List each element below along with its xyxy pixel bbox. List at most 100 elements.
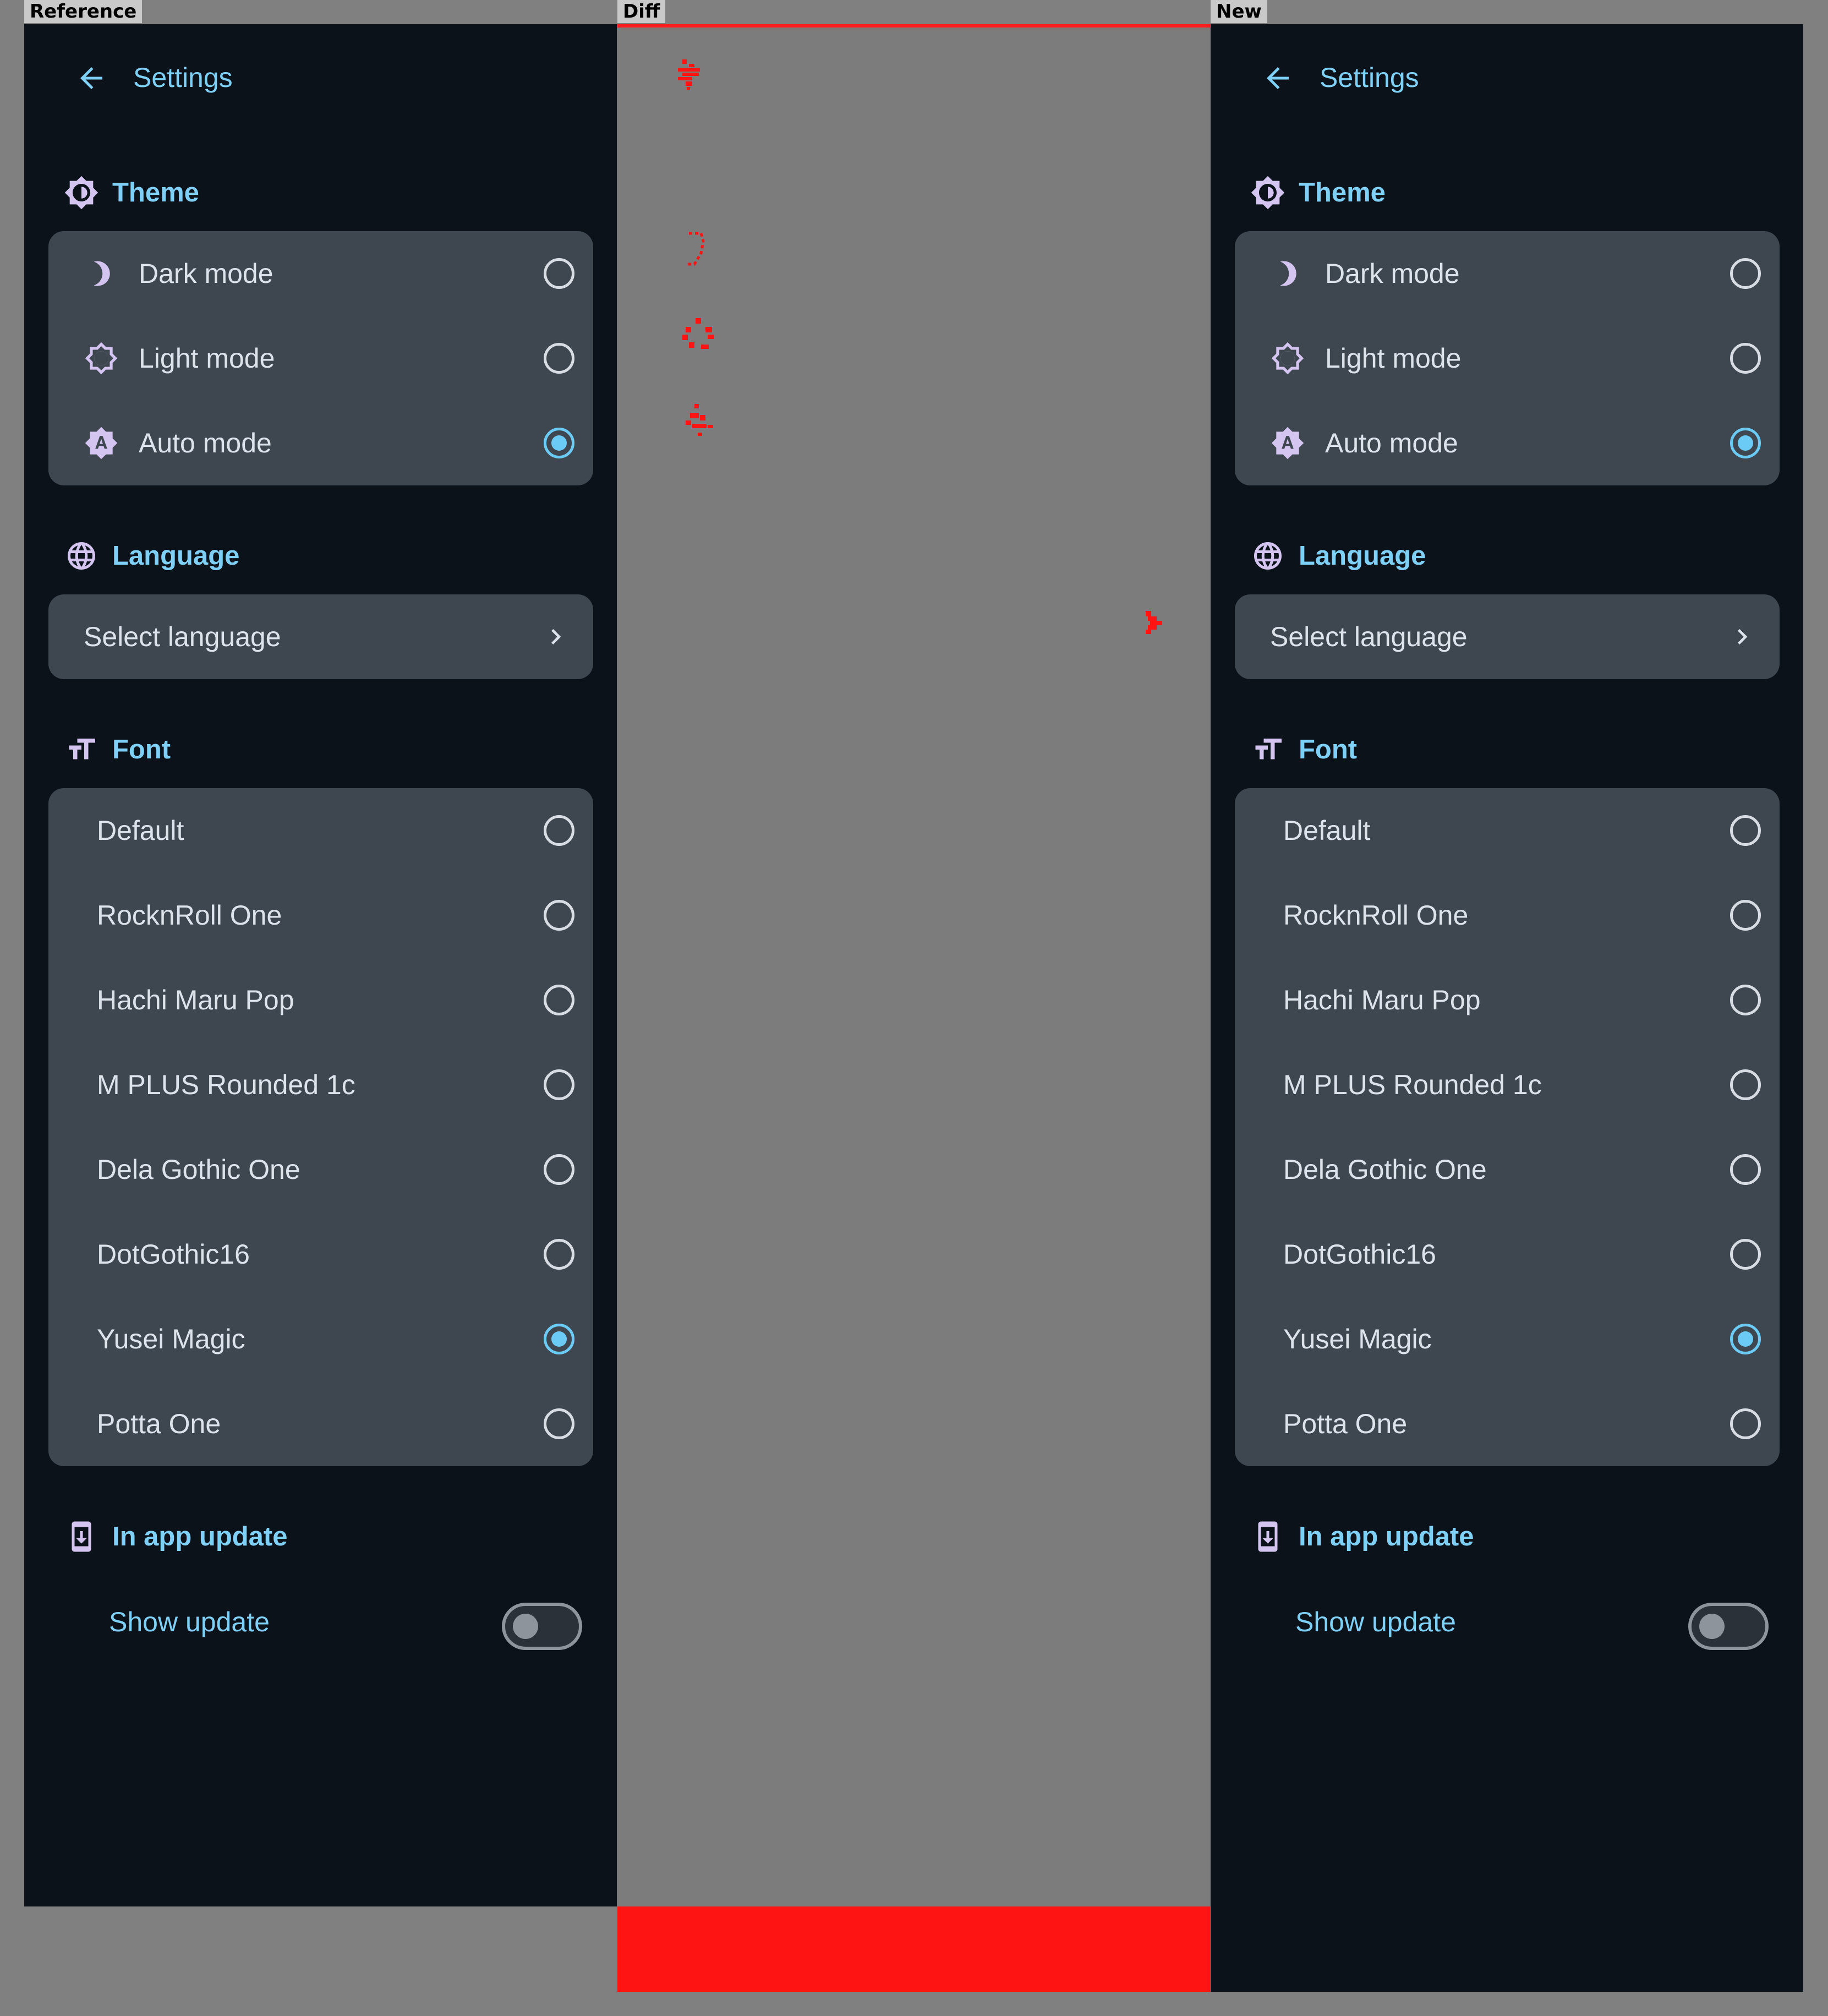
font-option[interactable]: Default xyxy=(1235,788,1780,873)
radio-button[interactable] xyxy=(544,1324,574,1354)
option-label: Dark mode xyxy=(139,258,273,289)
radio-button[interactable] xyxy=(1730,900,1761,931)
show-update-toggle[interactable] xyxy=(1688,1603,1769,1650)
theme-option-dark[interactable]: Dark mode xyxy=(1235,231,1780,316)
section-title: Theme xyxy=(1299,178,1386,207)
show-update-label: Show update xyxy=(1295,1607,1456,1637)
radio-button[interactable] xyxy=(1730,1408,1761,1439)
font-card: Default RocknRoll One Hachi Maru Pop M P… xyxy=(48,788,593,1466)
font-option[interactable]: Yusei Magic xyxy=(1235,1297,1780,1381)
top-app-bar: Settings xyxy=(1211,24,1803,119)
diff-mark-dark-icon xyxy=(687,232,705,266)
section-title: In app update xyxy=(1299,1522,1474,1551)
theme-option-light[interactable]: Light mode xyxy=(1235,316,1780,401)
radio-button[interactable] xyxy=(1730,985,1761,1015)
radio-button[interactable] xyxy=(1730,343,1761,374)
language-select-row[interactable]: Select language xyxy=(1235,594,1780,679)
radio-button[interactable] xyxy=(544,815,574,846)
chevron-right-icon xyxy=(1727,621,1758,652)
brightness-icon xyxy=(62,173,101,212)
back-button[interactable] xyxy=(1256,56,1300,100)
brightness-icon xyxy=(1248,173,1288,212)
radio-button[interactable] xyxy=(1730,1324,1761,1354)
font-option[interactable]: Potta One xyxy=(1235,1381,1780,1466)
radio-button[interactable] xyxy=(1730,1154,1761,1185)
sun-icon xyxy=(1268,338,1307,378)
section-title: Language xyxy=(112,541,240,571)
font-option[interactable]: DotGothic16 xyxy=(1235,1212,1780,1297)
reference-panel: Settings Theme Dark mode Light mode Auto… xyxy=(24,24,617,1906)
option-label: Auto mode xyxy=(1325,428,1458,458)
option-label: Dark mode xyxy=(1325,258,1460,289)
font-option[interactable]: Hachi Maru Pop xyxy=(1235,958,1780,1042)
radio-button[interactable] xyxy=(1730,428,1761,458)
text-size-icon xyxy=(1248,730,1288,769)
system-update-icon xyxy=(62,1517,101,1556)
option-label: RocknRoll One xyxy=(97,900,282,931)
font-option[interactable]: Dela Gothic One xyxy=(1235,1127,1780,1212)
radio-button[interactable] xyxy=(544,428,574,458)
radio-button[interactable] xyxy=(1730,258,1761,289)
language-select-row[interactable]: Select language xyxy=(48,594,593,679)
radio-button[interactable] xyxy=(544,343,574,374)
language-section-header: Language xyxy=(62,534,239,578)
language-select[interactable]: Select language xyxy=(1235,594,1780,679)
globe-icon xyxy=(1248,536,1288,576)
settings-screen: Settings Theme Dark mode Light mode Auto… xyxy=(1211,24,1803,1992)
theme-option-light[interactable]: Light mode xyxy=(48,316,593,401)
show-update-toggle[interactable] xyxy=(502,1603,582,1650)
font-option[interactable]: M PLUS Rounded 1c xyxy=(48,1042,593,1127)
font-section-header: Font xyxy=(62,728,171,772)
option-label: Hachi Maru Pop xyxy=(1283,985,1481,1015)
option-label: Auto mode xyxy=(139,428,272,458)
globe-icon xyxy=(62,536,101,576)
auto-brightness-icon xyxy=(1268,423,1307,463)
font-option[interactable]: RocknRoll One xyxy=(1235,873,1780,958)
page-title: Settings xyxy=(1320,62,1419,93)
font-option[interactable]: Potta One xyxy=(48,1381,593,1466)
radio-button[interactable] xyxy=(544,1239,574,1270)
font-option[interactable]: Dela Gothic One xyxy=(48,1127,593,1212)
diff-label: Diff xyxy=(617,0,666,23)
radio-button[interactable] xyxy=(544,1069,574,1100)
moon-icon xyxy=(1268,254,1307,293)
show-update-row[interactable]: Show update xyxy=(1235,1580,1780,1664)
font-option[interactable]: Yusei Magic xyxy=(48,1297,593,1381)
language-select[interactable]: Select language xyxy=(48,594,593,679)
radio-button[interactable] xyxy=(544,258,574,289)
radio-button[interactable] xyxy=(1730,815,1761,846)
option-label: DotGothic16 xyxy=(97,1239,250,1270)
font-option[interactable]: DotGothic16 xyxy=(48,1212,593,1297)
radio-button[interactable] xyxy=(544,985,574,1015)
radio-button[interactable] xyxy=(1730,1069,1761,1100)
option-label: Potta One xyxy=(1283,1408,1408,1439)
font-option[interactable]: Hachi Maru Pop xyxy=(48,958,593,1042)
show-update-row[interactable]: Show update xyxy=(48,1580,593,1664)
section-title: Font xyxy=(112,735,171,764)
radio-button[interactable] xyxy=(544,900,574,931)
language-section-header: Language xyxy=(1248,534,1426,578)
radio-button[interactable] xyxy=(1730,1239,1761,1270)
option-label: Yusei Magic xyxy=(97,1324,245,1354)
page-title: Settings xyxy=(133,62,233,93)
theme-option-auto[interactable]: Auto mode xyxy=(48,401,593,485)
theme-section-header: Theme xyxy=(1248,171,1386,215)
diff-panel xyxy=(617,24,1210,1992)
section-title: Theme xyxy=(112,178,199,207)
toggle-knob xyxy=(1699,1614,1725,1639)
option-label: Default xyxy=(1283,815,1371,846)
language-select-label: Select language xyxy=(1270,621,1468,652)
diff-mark-auto-icon xyxy=(686,404,713,436)
back-button[interactable] xyxy=(69,56,113,100)
radio-button[interactable] xyxy=(544,1154,574,1185)
radio-button[interactable] xyxy=(544,1408,574,1439)
option-label: Default xyxy=(97,815,184,846)
toggle-knob xyxy=(513,1614,538,1639)
font-option[interactable]: Default xyxy=(48,788,593,873)
theme-option-auto[interactable]: Auto mode xyxy=(1235,401,1780,485)
theme-option-dark[interactable]: Dark mode xyxy=(48,231,593,316)
section-title: Language xyxy=(1299,541,1426,571)
font-option[interactable]: M PLUS Rounded 1c xyxy=(1235,1042,1780,1127)
font-option[interactable]: RocknRoll One xyxy=(48,873,593,958)
diff-top-bar xyxy=(617,24,1210,28)
